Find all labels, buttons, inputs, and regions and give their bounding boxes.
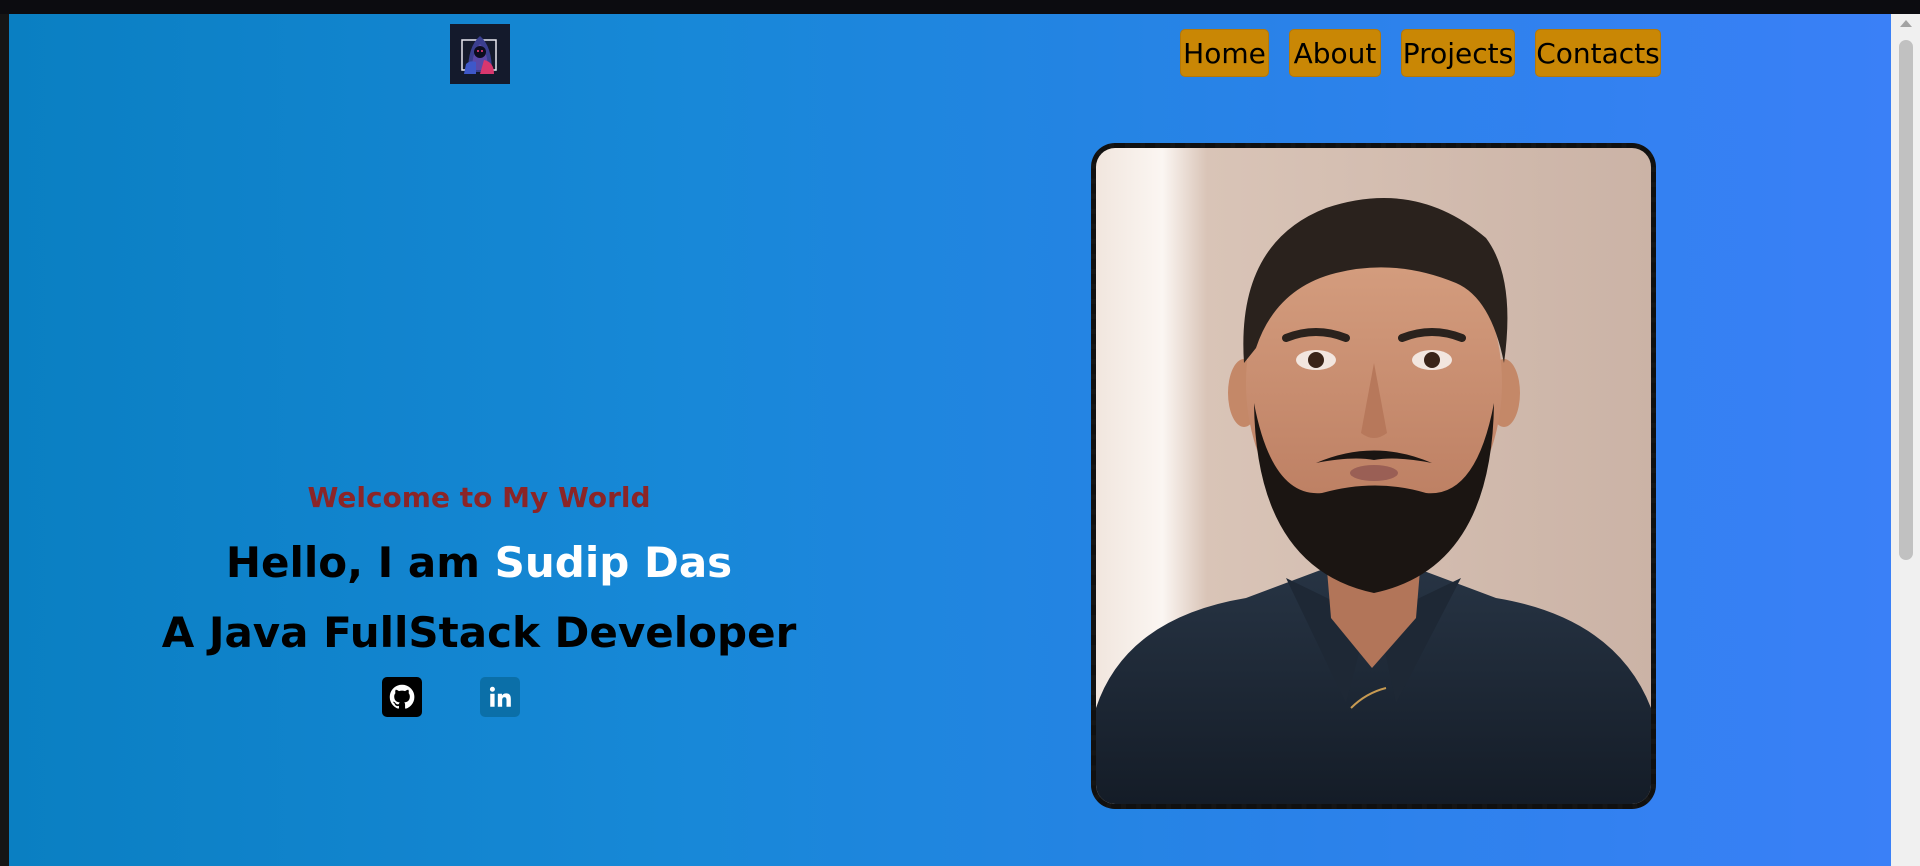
site-logo[interactable] — [450, 24, 510, 84]
window-left-edge — [0, 14, 9, 866]
github-link[interactable] — [382, 677, 422, 717]
nav-about-button[interactable]: About — [1289, 29, 1381, 77]
nav-home-button[interactable]: Home — [1180, 29, 1269, 77]
vertical-scrollbar[interactable] — [1891, 14, 1920, 866]
role-heading: A Java FullStack Developer — [161, 608, 797, 657]
hooded-hacker-logo-icon — [450, 24, 510, 84]
welcome-heading: Welcome to My World — [307, 481, 651, 514]
nav-projects-button[interactable]: Projects — [1401, 29, 1515, 77]
nav-contacts-button[interactable]: Contacts — [1535, 29, 1661, 77]
profile-photo-frame — [1091, 143, 1656, 809]
scrollbar-thumb[interactable] — [1899, 40, 1913, 560]
browser-top-strip — [0, 0, 1920, 14]
linkedin-link[interactable] — [480, 677, 520, 717]
greeting-prefix: Hello, I am — [225, 538, 481, 587]
page-viewport: Home About Projects Contacts Welcome to … — [9, 14, 1891, 866]
profile-photo — [1096, 148, 1651, 804]
greeting-heading: Hello, I am Sudip Das — [9, 538, 949, 587]
scroll-up-arrow-icon[interactable] — [1900, 20, 1912, 27]
linkedin-icon — [489, 686, 511, 707]
github-icon — [389, 684, 415, 709]
developer-name: Sudip Das — [494, 538, 733, 587]
